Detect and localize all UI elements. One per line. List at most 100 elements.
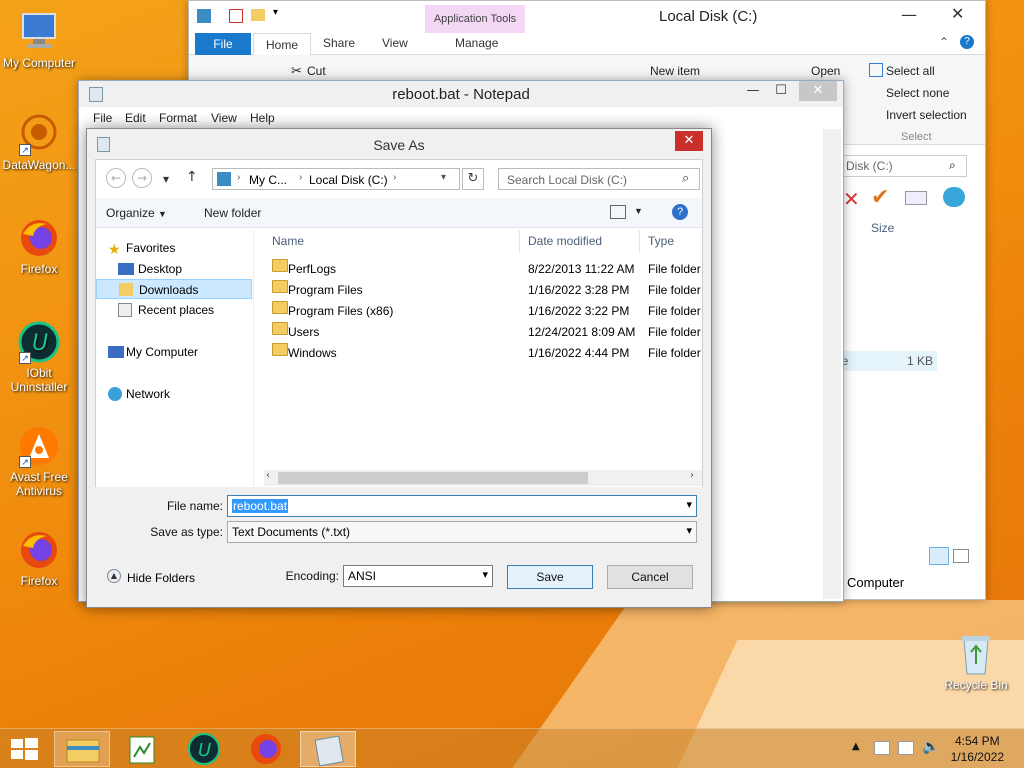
column-date-modified[interactable]: Date modified: [520, 230, 640, 252]
tab-home[interactable]: Home: [253, 33, 312, 56]
desktop-icon-firefox[interactable]: Firefox: [0, 216, 78, 276]
save-as-titlebar[interactable]: Save As ✕: [87, 129, 711, 159]
new-item-button[interactable]: New item: [650, 64, 700, 78]
menu-format[interactable]: Format: [159, 111, 197, 125]
desktop-icon-datawagon[interactable]: ↗ DataWagon...: [0, 112, 78, 172]
open-button[interactable]: Open: [811, 64, 840, 78]
forward-icon[interactable]: →: [132, 168, 152, 188]
taskbar-firefox[interactable]: [238, 731, 294, 767]
chevron-down-icon[interactable]: ▾: [686, 524, 692, 537]
search-input[interactable]: Search Local Disk (C:): [498, 168, 700, 190]
start-button[interactable]: [0, 731, 48, 767]
refresh-icon[interactable]: ↻: [462, 168, 484, 190]
scrollbar-thumb[interactable]: [278, 472, 588, 484]
notepad-scrollbar[interactable]: [823, 129, 841, 599]
close-button[interactable]: ✕: [675, 131, 703, 151]
menu-file[interactable]: File: [93, 111, 112, 125]
collapse-icon[interactable]: ▲: [107, 569, 121, 583]
chevron-down-icon[interactable]: ▼: [634, 206, 643, 216]
breadcrumb-local-disk[interactable]: Local Disk (C:): [309, 173, 388, 187]
new-folder-button[interactable]: New folder: [204, 206, 261, 220]
desktop-icon-avast[interactable]: ↗ Avast Free Antivirus: [0, 424, 78, 498]
nav-favorites[interactable]: ★ Favorites: [96, 238, 252, 258]
taskbar-notepad[interactable]: [300, 731, 356, 767]
tab-file[interactable]: File: [195, 33, 251, 55]
large-icons-view-icon[interactable]: [953, 549, 969, 563]
nav-downloads[interactable]: Downloads: [96, 279, 252, 299]
back-icon[interactable]: ←: [106, 168, 126, 188]
cut-button[interactable]: Cut: [307, 64, 326, 78]
cut-icon[interactable]: ✂: [291, 63, 302, 79]
chevron-right-icon[interactable]: ›: [299, 172, 302, 183]
help-icon[interactable]: ?: [960, 35, 974, 49]
collapse-ribbon-icon[interactable]: ⌃: [939, 35, 949, 49]
tab-manage[interactable]: Manage: [455, 36, 498, 50]
column-type[interactable]: Type: [640, 230, 702, 252]
horizontal-scrollbar[interactable]: ‹ ›: [264, 470, 702, 486]
network-icon[interactable]: [898, 741, 914, 755]
scroll-left-icon[interactable]: ‹: [266, 470, 270, 481]
volume-icon[interactable]: 🔈: [922, 739, 939, 755]
breadcrumb-my-computer[interactable]: My C...: [249, 173, 287, 187]
file-row[interactable]: Program Files (x86) 1/16/2022 3:22 PM File…: [264, 301, 702, 322]
search-icon[interactable]: ⌕: [682, 171, 689, 186]
menu-edit[interactable]: Edit: [125, 111, 146, 125]
up-icon[interactable]: ↑: [186, 169, 198, 185]
close-icon[interactable]: ✕: [799, 81, 837, 101]
menu-view[interactable]: View: [211, 111, 237, 125]
desktop-icon-iobit[interactable]: U ↗ IObit Uninstaller: [0, 320, 78, 394]
close-icon[interactable]: ✕: [951, 4, 964, 23]
globe-icon[interactable]: [943, 187, 965, 207]
properties-icon[interactable]: [905, 191, 927, 205]
new-folder-icon[interactable]: [251, 9, 265, 21]
save-as-type-select[interactable]: Text Documents (*.txt) ▾: [227, 521, 697, 543]
action-center-icon[interactable]: [874, 741, 890, 755]
file-row[interactable]: Users 12/24/2021 8:09 AM File folder: [264, 322, 702, 343]
minimize-icon[interactable]: —: [901, 5, 917, 24]
search-icon[interactable]: ⌕: [949, 158, 956, 173]
save-button[interactable]: Save: [507, 565, 593, 589]
quick-access-icon[interactable]: [197, 9, 211, 23]
invert-selection-button[interactable]: Invert selection: [886, 108, 967, 122]
chevron-down-icon[interactable]: ▾: [686, 498, 692, 511]
delete-icon[interactable]: ✕: [843, 187, 860, 211]
select-none-button[interactable]: Select none: [886, 86, 949, 100]
chevron-right-icon[interactable]: ›: [393, 172, 396, 183]
hide-folders-button[interactable]: Hide Folders: [127, 571, 195, 585]
details-view-icon[interactable]: [929, 547, 949, 565]
chevron-right-icon[interactable]: ›: [237, 172, 240, 183]
column-size[interactable]: Size: [871, 221, 894, 235]
customize-icon[interactable]: ▾: [273, 7, 278, 18]
view-options-icon[interactable]: [610, 205, 626, 219]
taskbar-app[interactable]: [114, 731, 170, 767]
chevron-down-icon[interactable]: ▾: [441, 172, 446, 183]
nav-network[interactable]: Network: [96, 384, 252, 404]
check-icon[interactable]: ✔: [871, 185, 889, 210]
desktop-icon-my-computer[interactable]: My Computer: [0, 10, 78, 70]
clock[interactable]: 4:54 PM 1/16/2022: [951, 733, 1004, 765]
chevron-down-icon[interactable]: ▾: [482, 568, 488, 581]
nav-recent-places[interactable]: Recent places: [96, 300, 252, 320]
properties-icon[interactable]: [229, 9, 243, 23]
scroll-right-icon[interactable]: ›: [690, 470, 694, 481]
file-row[interactable]: PerfLogs 8/22/2013 11:22 AM File folder: [264, 259, 702, 280]
desktop-icon-recycle-bin[interactable]: Recycle Bin: [936, 632, 1016, 692]
menu-help[interactable]: Help: [250, 111, 275, 125]
minimize-icon[interactable]: —: [743, 81, 763, 101]
help-icon[interactable]: ?: [672, 204, 688, 220]
file-name-input[interactable]: reboot.bat ▾: [227, 495, 697, 517]
organize-button[interactable]: Organize ▼: [106, 206, 167, 220]
address-box[interactable]: › My C... › Local Disk (C:) › ▾: [212, 168, 460, 190]
select-all-button[interactable]: Select all: [886, 64, 935, 78]
encoding-select[interactable]: ANSI ▾: [343, 565, 493, 587]
explorer-titlebar[interactable]: ▾ Application Tools Local Disk (C:) — ✕: [189, 1, 985, 33]
taskbar-iobit[interactable]: U: [176, 731, 232, 767]
nav-desktop[interactable]: Desktop: [96, 259, 252, 279]
file-row[interactable]: Windows 1/16/2022 4:44 PM File folder: [264, 343, 702, 364]
maximize-icon[interactable]: ☐: [771, 81, 791, 101]
tab-share[interactable]: Share: [323, 36, 355, 50]
desktop-icon-firefox-2[interactable]: Firefox: [0, 528, 78, 588]
cancel-button[interactable]: Cancel: [607, 565, 693, 589]
show-hidden-icons-icon[interactable]: ▲: [852, 741, 860, 752]
selected-file-row[interactable]: le 1 KB: [839, 351, 937, 371]
